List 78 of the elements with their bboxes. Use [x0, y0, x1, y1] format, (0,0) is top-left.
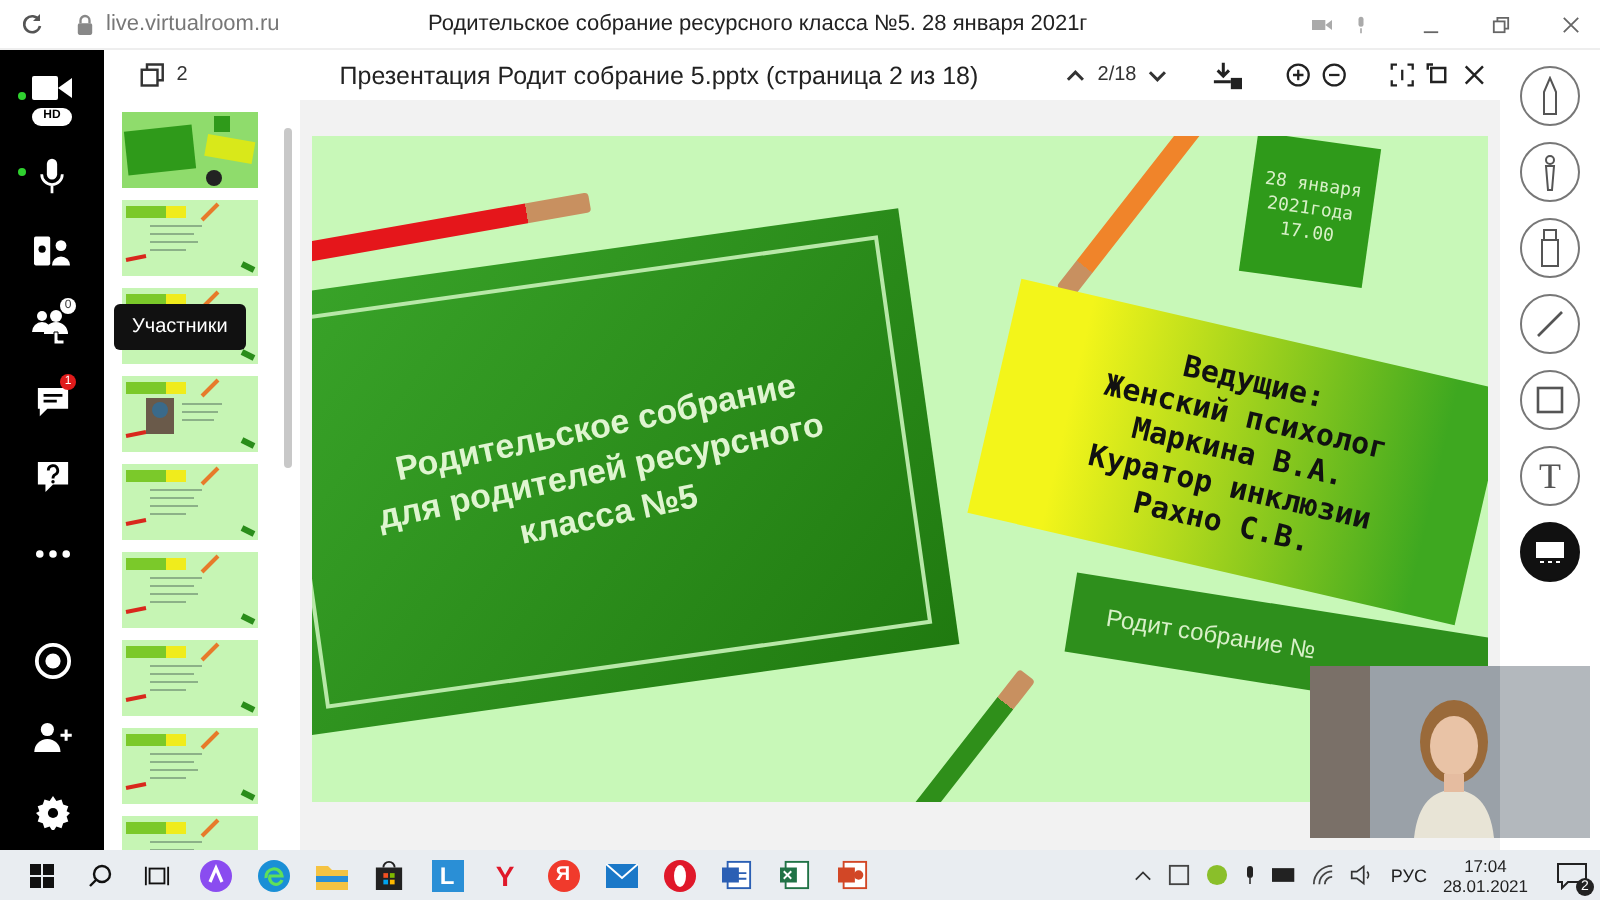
slides-icon — [1534, 540, 1566, 564]
brush-icon — [1540, 152, 1560, 192]
restore-icon[interactable] — [1492, 15, 1510, 33]
mail-icon[interactable] — [605, 863, 637, 887]
folder-icon[interactable] — [315, 861, 347, 889]
lock-icon — [76, 13, 94, 35]
microphone-icon[interactable] — [40, 157, 64, 194]
chevron-down-icon[interactable] — [1148, 69, 1168, 81]
add-user-icon[interactable] — [33, 721, 71, 752]
line-icon — [1534, 308, 1566, 340]
text-tool[interactable]: T — [1520, 446, 1580, 506]
reload-icon[interactable] — [20, 12, 44, 36]
address-url[interactable]: live.virtualroom.ru — [106, 12, 416, 36]
presentation-icon[interactable] — [838, 860, 868, 890]
task-view-icon[interactable] — [144, 863, 170, 887]
window-title: Родительское собрание ресурсного класса №5. 28 января 2021г — [428, 12, 1090, 36]
rectangle-icon — [1534, 384, 1566, 416]
slide-thumbnail[interactable] — [122, 464, 258, 540]
slide-thumbnail[interactable] — [122, 552, 258, 628]
clock-date: 28.01.2021 — [1442, 875, 1528, 895]
slide-thumbnail[interactable] — [122, 728, 258, 804]
tray-app-icon[interactable] — [1168, 864, 1191, 886]
scrollbar[interactable] — [284, 128, 292, 468]
question-icon[interactable] — [35, 460, 69, 495]
footer-text: Родит собрание № — [1104, 603, 1318, 665]
clock-time: 17:04 — [1464, 855, 1507, 875]
chevron-up-icon[interactable] — [1066, 69, 1086, 81]
pages-icon[interactable] — [140, 62, 165, 88]
slide-thumbnail[interactable] — [122, 200, 258, 276]
line-tool[interactable] — [1520, 294, 1580, 354]
download-lock-icon[interactable] — [1211, 61, 1242, 89]
slides-button[interactable] — [1520, 522, 1580, 582]
tooltip: Участники — [114, 304, 246, 351]
close-icon[interactable] — [1463, 64, 1484, 86]
date-line: 17.00 — [1278, 220, 1335, 248]
chat-icon[interactable] — [35, 385, 69, 420]
document-icon[interactable] — [722, 860, 752, 890]
rectangle-tool[interactable] — [1520, 370, 1580, 430]
slide-thumbnail[interactable] — [122, 112, 258, 188]
presentation-title: Презентация Родит собрание 5.pptx (страница 2 из 18) — [339, 61, 981, 89]
settings-icon[interactable] — [35, 795, 69, 830]
camera-icon — [1312, 17, 1332, 31]
more-icon[interactable] — [35, 549, 69, 558]
pen-tool[interactable] — [1520, 66, 1580, 126]
layout-icon[interactable] — [34, 235, 70, 266]
windows-start-icon[interactable] — [29, 863, 53, 887]
battery-icon[interactable] — [1272, 868, 1297, 882]
camera-icon[interactable] — [32, 73, 72, 102]
microphone-icon[interactable] — [1244, 864, 1257, 886]
brush-tool[interactable] — [1520, 142, 1580, 202]
slide-thumbnail[interactable] — [122, 640, 258, 716]
spreadsheet-icon[interactable] — [780, 860, 810, 890]
record-icon[interactable] — [33, 641, 71, 680]
slide-thumbnail[interactable] — [122, 376, 258, 452]
fit-icon[interactable] — [1390, 62, 1415, 88]
opera-icon[interactable] — [663, 859, 695, 891]
app-icon[interactable]: Я — [547, 859, 579, 891]
assistant-icon[interactable] — [199, 859, 231, 891]
language-indicator[interactable]: РУС — [1390, 865, 1427, 885]
browser-icon[interactable] — [257, 859, 289, 891]
page-indicator: 2/18 — [1097, 64, 1137, 86]
volume-icon[interactable] — [1350, 864, 1375, 886]
app-icon[interactable]: Y — [495, 859, 515, 891]
zoom-out-icon[interactable] — [1321, 62, 1347, 88]
search-icon[interactable] — [87, 863, 111, 887]
chevron-up-icon[interactable] — [1134, 869, 1153, 881]
marker-tool[interactable] — [1520, 218, 1580, 278]
clock[interactable]: 17:04 28.01.2021 — [1442, 855, 1528, 895]
zoom-in-icon[interactable] — [1285, 62, 1310, 88]
page-count: 2 — [176, 64, 188, 86]
mic-icon — [1356, 15, 1366, 33]
fullscreen-icon[interactable] — [1426, 62, 1452, 88]
pencil-icon — [1540, 76, 1560, 116]
participants-icon[interactable] — [32, 308, 72, 345]
app-icon[interactable]: L — [431, 859, 463, 891]
shopping-bag-icon[interactable] — [374, 860, 404, 890]
marker-icon — [1538, 228, 1562, 268]
wifi-icon[interactable] — [1312, 864, 1335, 886]
